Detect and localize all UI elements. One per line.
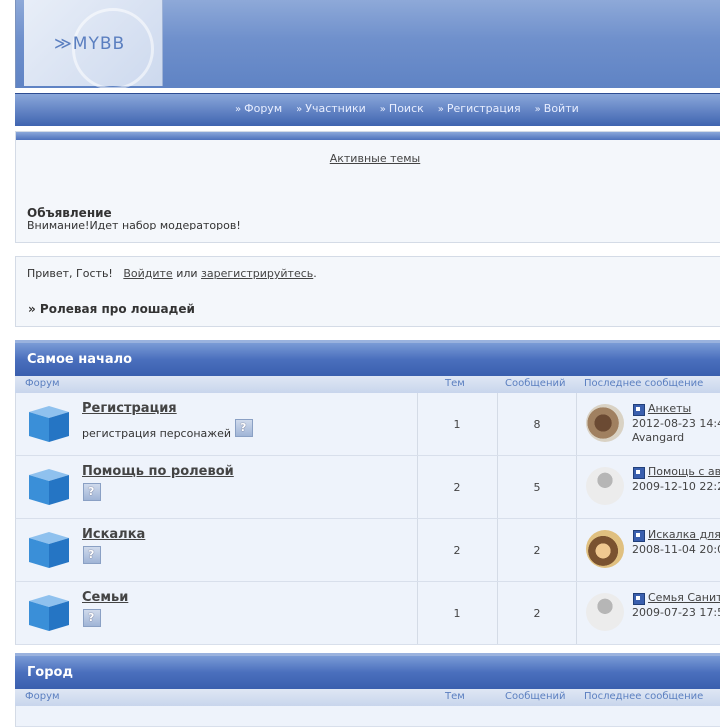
posts-count: 2 [533,607,541,620]
last-post-title[interactable]: Искалка для [648,528,720,541]
topics-count: 2 [453,544,461,557]
greeting-text: Привет, Гость! [27,267,113,280]
col-last: Последнее сообщение [584,691,704,702]
announcement-panel: Активные темы Объявление Внимание!Идет н… [15,131,720,243]
avatar[interactable] [586,530,624,568]
col-topics: Тем [445,691,465,702]
period-text: . [313,267,317,280]
announcement-title: Объявление [27,206,112,220]
forum-box-icon [29,595,69,631]
forum-title[interactable]: Регистрация [82,401,177,416]
forum-box-icon [29,406,69,442]
forum-row [15,706,720,727]
chevron-icon: » [296,104,303,115]
last-post-icon[interactable] [633,593,645,605]
menu-item-forum[interactable]: » Форум [235,94,282,125]
col-topics: Тем [445,378,465,389]
forum-row: Помощь по ролевой 2 5 Помощь с ав 2009-1… [15,456,720,519]
or-text: или [176,267,198,280]
forum-title[interactable]: Помощь по ролевой [82,464,234,479]
chevron-icon: » [437,104,444,115]
help-icon[interactable] [83,483,101,501]
site-header: ≫MYBB [15,0,720,90]
posts-count: 5 [533,481,541,494]
forum-box-icon [29,469,69,505]
category-title[interactable]: Самое начало [15,340,720,376]
category-title[interactable]: Город [15,653,720,689]
last-post-date: 2008-11-04 20:0 [632,543,720,556]
chevron-icon: » [534,104,541,115]
menu-item-search[interactable]: » Поиск [380,94,424,125]
chevron-icon: » [235,104,242,115]
column-headers: Форум Тем Сообщений Последнее сообщение [15,689,720,706]
last-post-user[interactable]: Avangard [632,431,684,444]
forum-row: Регистрация регистрация персонажей 1 8 А… [15,393,720,456]
topics-count: 2 [453,481,461,494]
category-city: Город Форум Тем Сообщений Последнее сооб… [15,653,720,727]
chevron-icon: » [379,104,386,115]
forum-title[interactable]: Семьи [82,590,128,605]
avatar[interactable] [586,404,624,442]
topics-count: 1 [453,607,461,620]
menu-item-login[interactable]: » Войти [535,94,579,125]
posts-count: 2 [533,544,541,557]
forum-box-icon [29,532,69,568]
panel-top-bar [16,132,720,140]
last-post-date: 2012-08-23 14:4 [632,417,720,430]
announcement-text: Внимание!Идет набор модераторов! [27,220,241,230]
register-link[interactable]: зарегистрируйтесь [201,267,313,280]
menu-item-register[interactable]: » Регистрация [438,94,521,125]
topics-count: 1 [453,418,461,431]
main-menu: » Форум » Участники » Поиск » Регистрация » В… [15,93,720,126]
help-icon[interactable] [83,609,101,627]
breadcrumb[interactable]: » Ролевая про лошадей [28,302,195,316]
help-icon[interactable] [235,419,253,437]
col-forum: Форум [25,691,60,702]
help-icon[interactable] [83,546,101,564]
col-posts: Сообщений [505,378,566,389]
login-link[interactable]: Войдите [123,267,172,280]
col-last: Последнее сообщение [584,378,704,389]
guest-greeting: Привет, Гость! Войдите или зарегистрируй… [27,267,317,280]
forum-title[interactable]: Искалка [82,527,145,542]
last-post-title[interactable]: Помощь с ав [648,465,720,478]
forum-row: Семьи 1 2 Семья Санит 2009-07-23 17:5 [15,582,720,645]
last-post-title[interactable]: Семья Санит [648,591,720,604]
default-avatar-icon[interactable] [586,467,624,505]
category-start: Самое начало Форум Тем Сообщений Последн… [15,340,720,645]
last-post-icon[interactable] [633,404,645,416]
forum-row: Искалка 2 2 Искалка для 2008-11-04 20:0 [15,519,720,582]
menu-item-members[interactable]: » Участники [296,94,366,125]
last-post-date: 2009-07-23 17:5 [632,606,720,619]
column-headers: Форум Тем Сообщений Последнее сообщение [15,376,720,393]
last-post-icon[interactable] [633,467,645,479]
default-avatar-icon[interactable] [586,593,624,631]
forum-description: регистрация персонажей [82,427,232,440]
last-post-icon[interactable] [633,530,645,542]
last-post-title[interactable]: Анкеты [648,402,691,415]
col-posts: Сообщений [505,691,566,702]
col-forum: Форум [25,378,60,389]
active-topics-link[interactable]: Активные темы [16,152,720,165]
site-logo[interactable]: ≫MYBB [24,0,163,90]
last-post-date: 2009-12-10 22:2 [632,480,720,493]
posts-count: 8 [533,418,541,431]
welcome-panel: Привет, Гость! Войдите или зарегистрируй… [15,256,720,327]
logo-text: ≫MYBB [54,34,126,54]
